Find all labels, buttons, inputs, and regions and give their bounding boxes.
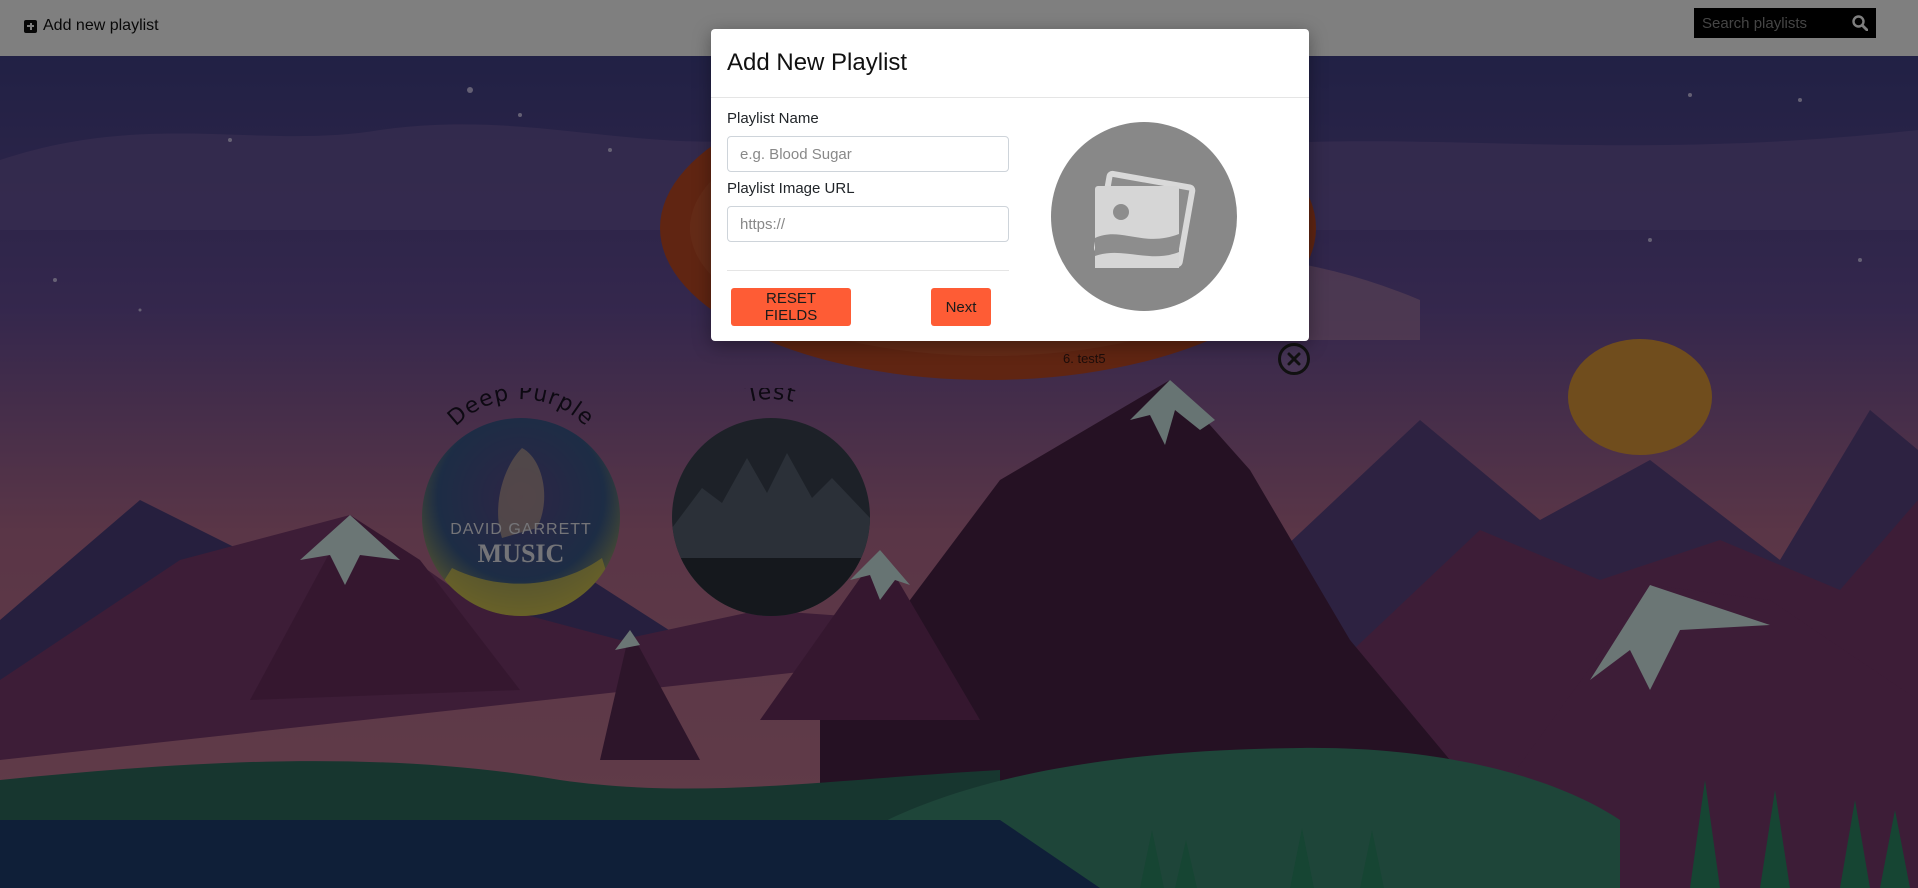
modal-divider xyxy=(727,270,1009,271)
next-button[interactable]: Next xyxy=(931,288,991,326)
image-placeholder-icon xyxy=(1093,170,1196,268)
playlist-image-url-label: Playlist Image URL xyxy=(727,180,855,197)
playlist-name-input[interactable] xyxy=(727,136,1009,172)
image-preview xyxy=(1051,122,1237,311)
close-icon[interactable] xyxy=(1278,343,1310,375)
modal-title: Add New Playlist xyxy=(727,49,908,76)
reset-fields-button[interactable]: RESET FIELDS xyxy=(731,288,851,326)
modal-header: Add New Playlist xyxy=(711,29,1309,98)
playlist-name-label: Playlist Name xyxy=(727,110,819,127)
add-playlist-modal: Add New Playlist Playlist Name Playlist … xyxy=(711,29,1309,341)
playlist-image-url-input[interactable] xyxy=(727,206,1009,242)
